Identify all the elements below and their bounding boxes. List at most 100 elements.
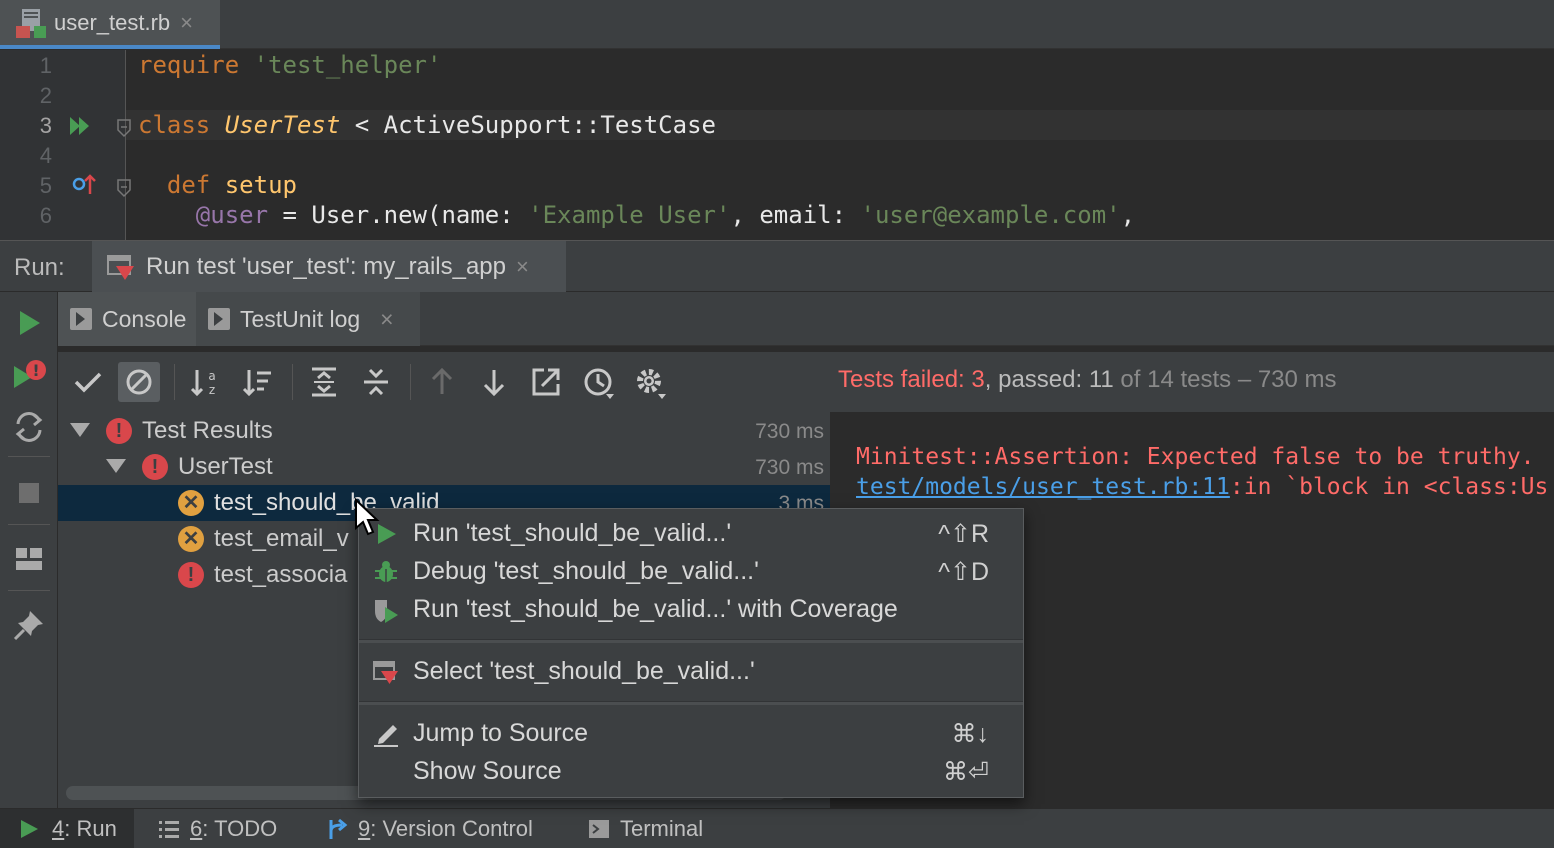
bottom-tab-label: Terminal (620, 816, 704, 841)
run-left-toolbar: ! (0, 292, 58, 808)
tree-node-label: test_associa (214, 561, 348, 588)
bottom-tab-label: : Run (64, 816, 117, 841)
ruby-test-file-icon (14, 6, 48, 40)
fold-icon[interactable] (116, 178, 132, 198)
coverage-icon (375, 600, 398, 623)
line-number: 6 (39, 203, 52, 228)
mouse-cursor-icon (355, 498, 380, 536)
show-ignored-icon[interactable] (121, 364, 157, 400)
keyword: class (138, 111, 211, 139)
line-number: 4 (39, 143, 52, 168)
menu-item-select[interactable]: Select 'test_should_be_valid...' (359, 652, 1023, 690)
edit-icon (374, 725, 398, 747)
previous-failed-icon[interactable] (424, 364, 460, 400)
next-failed-icon[interactable] (476, 364, 512, 400)
tests-failed-count: 3 (971, 366, 985, 393)
run-tab-title: Run test 'user_test': my_rails_app (146, 253, 506, 280)
bottom-tab-version-control[interactable]: 9: Version Control (326, 809, 533, 848)
code-text: , email: (730, 201, 861, 229)
tree-node-label: Test Results (142, 417, 273, 444)
tree-node-label: test_email_v (214, 525, 349, 552)
select-icon (373, 661, 398, 684)
bottom-tab-run[interactable]: 4: Run (0, 809, 134, 848)
menu-item-shortcut: ⌘↓ (951, 720, 990, 748)
menu-item-run[interactable]: Run 'test_should_be_valid...' ^⇧R (359, 514, 1023, 552)
tab-console[interactable]: Console (58, 292, 196, 346)
tree-node-usertest[interactable]: ! UserTest 730 ms (58, 449, 830, 485)
menu-separator (359, 639, 1023, 643)
rerun-icon[interactable] (12, 306, 46, 340)
toolbar-separator (174, 364, 175, 400)
layout-icon[interactable] (12, 542, 46, 576)
expand-arrow-icon[interactable] (70, 423, 90, 437)
bottom-tab-label: : TODO (202, 816, 278, 841)
tree-node-test-results[interactable]: ! Test Results 730 ms (58, 413, 830, 449)
line-number: 1 (39, 53, 52, 78)
fold-icon[interactable] (116, 118, 132, 138)
expand-arrow-icon[interactable] (106, 459, 126, 473)
class-name: UserTest (224, 111, 341, 139)
tests-total-label: of 14 tests – 730 ms (1113, 366, 1337, 393)
code-text: < ActiveSupport::TestCase (340, 111, 716, 139)
tab-testunit-log[interactable]: TestUnit log × (196, 292, 420, 346)
editor-tab-user-test[interactable]: user_test.rb × (0, 0, 220, 49)
show-passed-icon[interactable] (70, 364, 106, 400)
toggle-auto-test-icon[interactable] (12, 410, 46, 444)
string-literal: 'Example User' (528, 201, 731, 229)
expand-all-icon[interactable] (306, 364, 342, 400)
console-trace-rest: :in `block in <class:Us (1229, 474, 1549, 500)
menu-item-label: Jump to Source (413, 719, 589, 747)
override-method-icon[interactable] (70, 172, 98, 198)
test-context-menu: Run 'test_should_be_valid...' ^⇧R Debug … (358, 508, 1024, 798)
bottom-tab-todo[interactable]: 6: TODO (158, 809, 277, 848)
run-label: Run: (14, 254, 65, 281)
toolbar-separator (410, 364, 411, 400)
svg-text:z: z (209, 383, 215, 397)
close-icon[interactable]: × (380, 306, 393, 333)
menu-separator (359, 701, 1023, 705)
menu-item-label: Select 'test_should_be_valid...' (413, 657, 755, 685)
code-text: = (268, 201, 312, 229)
menu-item-label: Debug 'test_should_be_valid...' (413, 557, 759, 585)
version-control-icon (329, 818, 348, 839)
menu-item-show-source[interactable]: Show Source ⌘⏎ (359, 752, 1023, 790)
test-history-icon[interactable] (580, 364, 616, 400)
tab-console-label: Console (102, 305, 187, 332)
code-line-3: class UserTest < ActiveSupport::TestCase (138, 111, 716, 139)
menu-item-jump-to-source[interactable]: Jump to Source ⌘↓ (359, 714, 1023, 752)
rerun-failed-tests-icon[interactable]: ! (12, 358, 46, 392)
run-tests-gutter-icon[interactable] (68, 114, 92, 138)
collapse-all-icon[interactable] (358, 364, 394, 400)
source-link[interactable]: test/models/user_test.rb:11 (856, 474, 1230, 500)
keyword: def (166, 171, 211, 199)
sort-by-duration-icon[interactable] (240, 364, 276, 400)
stop-icon[interactable] (12, 476, 46, 510)
test-status-summary: Tests failed: 3, passed: 11 of 14 tests … (838, 366, 1337, 394)
test-run-config-icon (107, 255, 134, 280)
bottom-tool-window-bar: 4: Run 6: TODO 9: Version Control Termin… (0, 808, 1554, 848)
toolbar-separator (292, 364, 293, 400)
menu-item-label: Run 'test_should_be_valid...' (413, 519, 732, 547)
string-literal: 'test_helper' (253, 51, 442, 79)
code-editor[interactable]: 1 2 3 4 5 6 require 'test_helper' class … (0, 50, 1554, 240)
code-text: User (311, 201, 370, 229)
run-config-tab[interactable]: Run test 'user_test': my_rails_app × (92, 241, 566, 293)
pin-icon[interactable] (12, 608, 46, 642)
sort-alphabetically-icon[interactable]: a z (188, 364, 224, 400)
keyword: require (138, 51, 240, 79)
bottom-tab-number: 4 (52, 816, 65, 841)
close-icon[interactable]: × (516, 254, 529, 280)
tree-node-label: UserTest (178, 453, 273, 480)
code-line-6: @user = User.new(name: 'Example User', e… (138, 201, 1135, 229)
settings-gear-icon[interactable] (632, 364, 668, 400)
bottom-tab-terminal[interactable]: Terminal (588, 809, 703, 848)
export-results-icon[interactable] (528, 364, 564, 400)
close-icon[interactable]: × (180, 10, 193, 36)
menu-item-run-coverage[interactable]: Run 'test_should_be_valid...' with Cover… (359, 590, 1023, 628)
error-status-icon: ! (178, 562, 204, 588)
menu-item-shortcut: ^⇧R (938, 520, 989, 548)
todo-list-icon (159, 821, 179, 838)
tab-testunit-log-label: TestUnit log (240, 305, 361, 332)
menu-item-debug[interactable]: Debug 'test_should_be_valid...' ^⇧D (359, 552, 1023, 590)
code-text: , (1120, 201, 1136, 229)
